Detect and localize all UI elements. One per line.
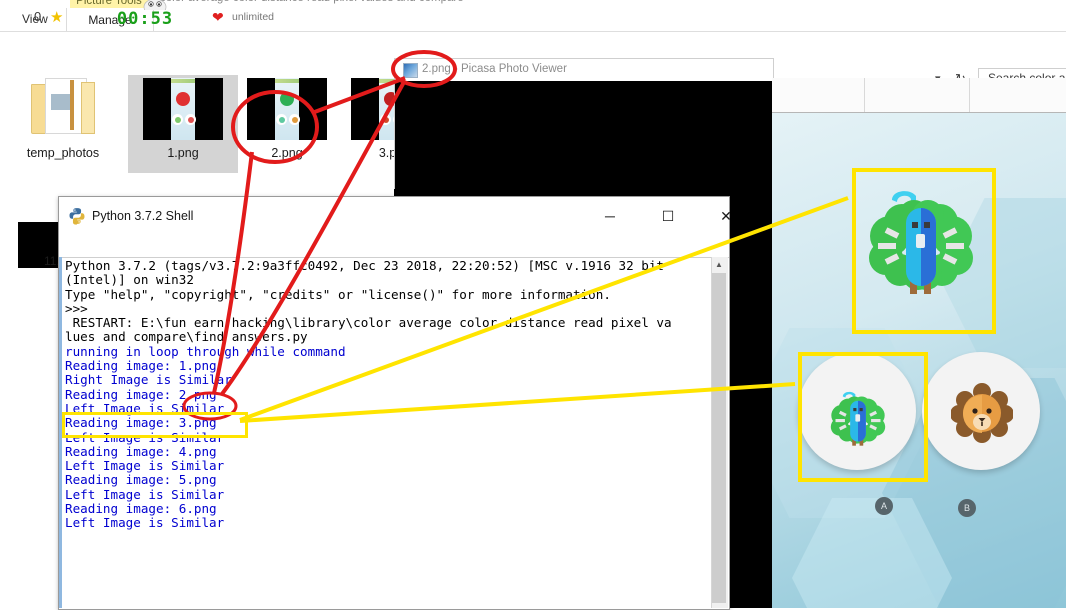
python-icon xyxy=(69,208,85,225)
file-item[interactable]: 2.png xyxy=(232,75,342,173)
scroll-up-icon[interactable]: ▲ xyxy=(712,258,726,272)
python-window-title: Python 3.7.2 Shell xyxy=(92,209,194,223)
console-line: Reading image: 5.png xyxy=(65,472,217,488)
close-button[interactable]: ✕ xyxy=(703,197,749,235)
console-line: Left Image is Similar xyxy=(65,458,225,474)
python-menubar: File Edit Shell Debug Options Window Hel… xyxy=(59,235,729,289)
console-line: running in loop through while command xyxy=(65,343,346,359)
lives-cell xyxy=(969,78,1066,112)
answer-badge-a[interactable]: A xyxy=(875,497,893,515)
peacock-icon xyxy=(869,191,973,294)
file-name-label: 1.png xyxy=(167,146,199,160)
lives-label: unlimited xyxy=(232,11,275,23)
highlight-console-left-image-is-similar xyxy=(62,412,248,438)
maximize-button[interactable]: ☐ xyxy=(645,197,691,235)
console-line: Reading image: 6.png xyxy=(65,501,217,517)
file-item[interactable]: 1.png xyxy=(128,75,238,173)
console-line: Reading image: 1.png xyxy=(65,358,217,374)
picasa-icon xyxy=(403,63,418,78)
console-line: Reading image: 2.png xyxy=(65,386,217,402)
picasa-image-canvas xyxy=(395,81,773,189)
heart-icon: ❤ xyxy=(212,9,224,25)
python-shell-window: Python 3.7.2 Shell ─ ☐ ✕ File Edit Shell… xyxy=(58,196,732,610)
answer-badge-b[interactable]: B xyxy=(958,499,976,517)
game-status-bar xyxy=(772,78,1066,113)
image-thumbnail xyxy=(244,75,330,143)
timer-cell xyxy=(864,78,970,112)
folder-icon xyxy=(20,75,106,143)
score-value: 0 xyxy=(34,9,42,24)
console-line: Python 3.7.2 (tags/v3.7.2:9a3ffc0492, De… xyxy=(65,258,664,273)
console-line: Reading image: 4.png xyxy=(65,443,217,459)
console-line: Right Image is Similar xyxy=(65,372,232,388)
minimize-button[interactable]: ─ xyxy=(587,197,633,235)
star-icon: ★ xyxy=(50,9,64,26)
console-line: Type "help", "copyright", "credits" or "… xyxy=(65,286,611,302)
ribbon-document-title: color average color distance read pixel … xyxy=(160,0,464,4)
picasa-titlebar[interactable]: 2.png - Picasa Photo Viewer xyxy=(395,59,773,81)
console-line: RESTART: E:\fun earn hacking\library\col… xyxy=(65,315,672,331)
lion-icon xyxy=(951,383,1013,443)
score-cell xyxy=(772,78,865,112)
console-line: Left Image is Similar xyxy=(65,486,225,502)
address-bar: s PC›Local Disk (E:)›fun earn hacking›li… xyxy=(0,32,1066,93)
file-item[interactable]: temp_photos xyxy=(8,75,118,173)
console-line: lues and compare\find answers.py xyxy=(65,329,308,345)
python-titlebar[interactable]: Python 3.7.2 Shell ─ ☐ ✕ xyxy=(59,197,732,235)
file-name-label: 2.png xyxy=(271,146,303,160)
file-name-label: temp_photos xyxy=(26,146,100,160)
console-scrollbar-thumb[interactable] xyxy=(712,273,726,603)
picasa-photo-viewer-window: 2.png - Picasa Photo Viewer xyxy=(394,58,774,189)
console-line: >>> xyxy=(65,300,88,316)
game-panel xyxy=(772,78,1066,608)
console-line: Left Image is Similar xyxy=(65,515,225,531)
console-line: (Intel)] on win32 xyxy=(65,272,194,288)
picasa-window-title: 2.png - Picasa Photo Viewer xyxy=(422,63,567,75)
peacock-icon xyxy=(830,391,886,446)
image-thumbnail xyxy=(140,75,226,143)
timer-value: 00:53 xyxy=(116,9,174,29)
